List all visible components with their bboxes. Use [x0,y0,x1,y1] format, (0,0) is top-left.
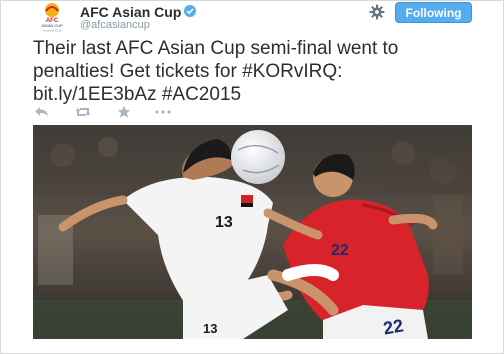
tweet-text: Their last AFC Asian Cup semi-final went… [33,37,483,106]
account-handle[interactable]: @afcasiancup [80,19,150,31]
reply-icon[interactable] [33,105,51,119]
player-right-number: 22 [382,315,405,338]
football [231,130,285,184]
verified-badge-icon [184,5,196,17]
gear-icon[interactable] [369,4,385,20]
afc-asian-cup-logo[interactable]: AFC ASIAN CUP Australia 2015 [36,2,68,33]
football-match-image: 22 22 13 13 [33,125,472,339]
retweet-icon[interactable] [74,105,92,119]
tweet-photo[interactable]: 22 22 13 13 [33,125,472,339]
tweet-line[interactable]: penalties! Get tickets for #KORvIRQ: [33,60,483,83]
svg-text:Australia 2015: Australia 2015 [42,29,62,33]
svg-text:22: 22 [331,242,349,259]
tweet-line: Their last AFC Asian Cup semi-final went… [33,38,399,59]
more-icon[interactable] [154,105,172,119]
following-button[interactable]: Following [395,2,472,23]
account-name[interactable]: AFC Asian Cup [80,4,181,20]
player-left-number: 13 [215,214,233,231]
svg-text:13: 13 [203,321,217,336]
tweet-header: AFC ASIAN CUP Australia 2015 AFC Asian C… [0,0,504,34]
svg-text:ASIAN CUP: ASIAN CUP [41,23,63,28]
favorite-icon[interactable] [115,105,133,119]
tweet-line[interactable]: bit.ly/1EE3bAz #AC2015 [33,83,483,106]
